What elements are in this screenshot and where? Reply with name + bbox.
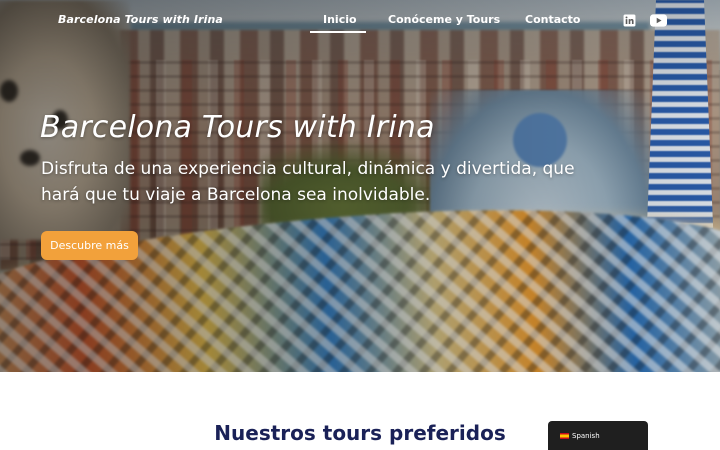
- site-header: Barcelona Tours with Irina Inicio Conóce…: [0, 0, 720, 40]
- nav-item-inicio[interactable]: Inicio: [323, 13, 357, 26]
- discover-more-button[interactable]: Descubre más: [41, 231, 138, 260]
- spain-flag-icon: [560, 432, 569, 439]
- youtube-icon[interactable]: [650, 12, 667, 31]
- nav-item-conoceme-tours[interactable]: Conóceme y Tours: [388, 13, 500, 26]
- nav-item-contacto[interactable]: Contacto: [525, 13, 580, 26]
- site-brand[interactable]: Barcelona Tours with Irina: [58, 13, 223, 26]
- hero-subtitle: Disfruta de una experiencia cultural, di…: [41, 159, 575, 205]
- linkedin-icon[interactable]: [623, 12, 636, 31]
- language-label: Spanish: [572, 431, 600, 440]
- language-switcher[interactable]: Spanish: [548, 421, 648, 450]
- hero-title: Barcelona Tours with Irina: [40, 110, 435, 145]
- nav-active-indicator: [310, 31, 366, 33]
